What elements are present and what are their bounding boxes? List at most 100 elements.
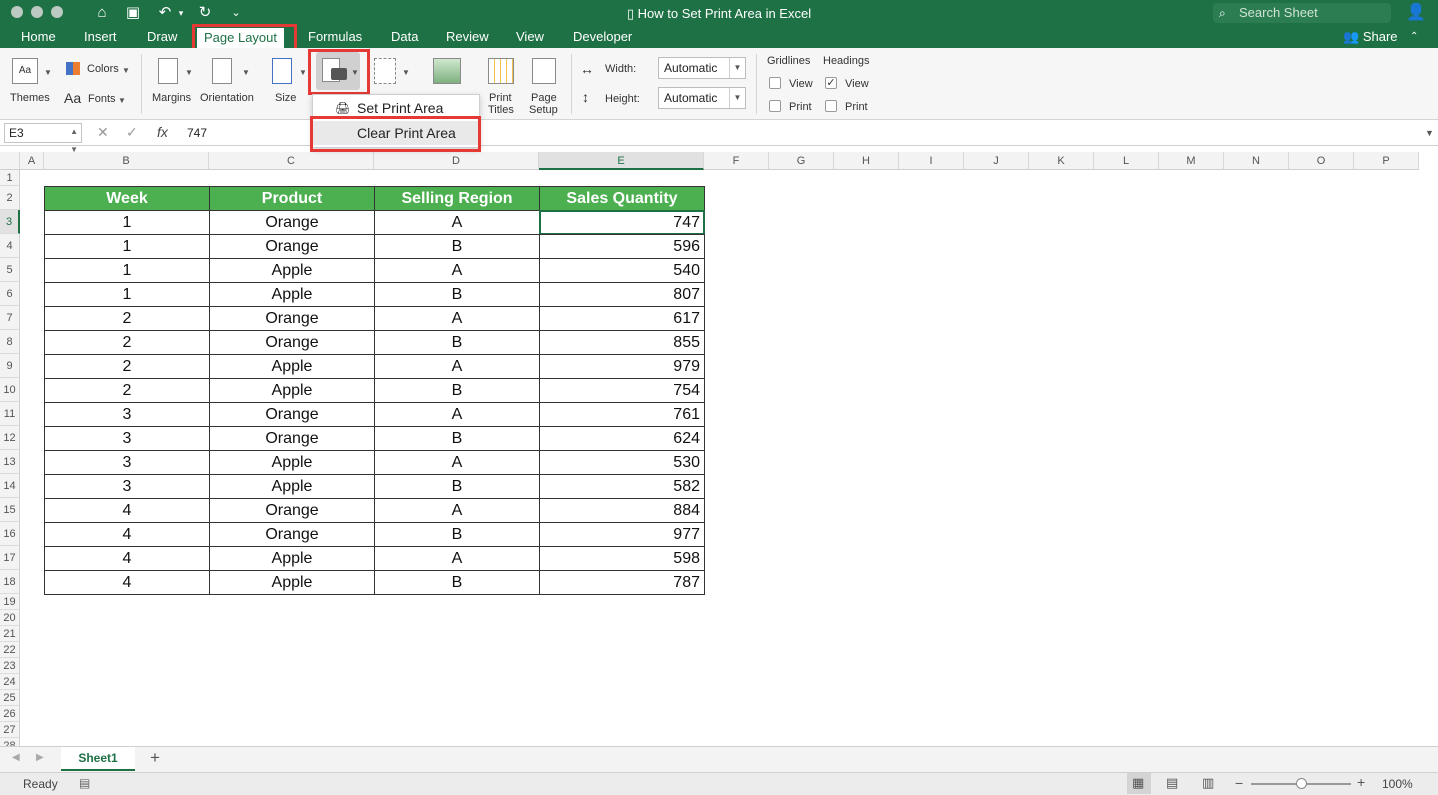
table-cell[interactable]: 4 <box>44 522 210 547</box>
gridlines-view-checkbox[interactable] <box>769 77 781 89</box>
row-header-3[interactable]: 3 <box>0 210 20 234</box>
worksheet-grid[interactable]: A B C D E F G H I J K L M N O P 1 2 3 4 5 6 7 8 9 10 11 12 13 14 15 16 1… <box>0 152 1438 746</box>
table-cell[interactable]: A <box>374 546 540 571</box>
table-cell[interactable]: B <box>374 474 540 499</box>
row-header-7[interactable]: 7 <box>0 306 20 330</box>
table-cell[interactable]: Orange <box>209 306 375 331</box>
row-header-18[interactable]: 18 <box>0 570 20 594</box>
table-cell[interactable]: 787 <box>539 570 705 595</box>
tab-insert[interactable]: Insert <box>84 29 117 45</box>
enter-icon[interactable]: ✓ <box>126 124 138 141</box>
table-cell[interactable]: Orange <box>209 234 375 259</box>
row-header-23[interactable]: 23 <box>0 658 20 674</box>
column-header-p[interactable]: P <box>1354 152 1419 170</box>
tab-developer[interactable]: Developer <box>573 29 632 45</box>
table-cell[interactable]: 747 <box>539 210 705 235</box>
previous-sheet-icon[interactable]: ◀ <box>12 752 20 763</box>
row-header-14[interactable]: 14 <box>0 474 20 498</box>
normal-view-button[interactable]: ▦ <box>1127 773 1151 794</box>
headings-view-checkbox[interactable]: ✓ <box>825 77 837 89</box>
row-header-5[interactable]: 5 <box>0 258 20 282</box>
row-header-25[interactable]: 25 <box>0 690 20 706</box>
add-sheet-icon[interactable]: + <box>150 748 160 768</box>
table-cell[interactable]: Apple <box>209 258 375 283</box>
table-cell[interactable]: Orange <box>209 498 375 523</box>
tab-home[interactable]: Home <box>21 29 56 45</box>
table-cell[interactable]: 884 <box>539 498 705 523</box>
table-cell[interactable]: Apple <box>209 546 375 571</box>
table-cell[interactable]: A <box>374 306 540 331</box>
table-cell[interactable]: Apple <box>209 474 375 499</box>
table-cell[interactable]: 1 <box>44 258 210 283</box>
table-cell[interactable]: 807 <box>539 282 705 307</box>
sheet-tab-sheet1[interactable]: Sheet1 <box>61 747 135 771</box>
table-cell[interactable]: 596 <box>539 234 705 259</box>
table-cell[interactable]: 530 <box>539 450 705 475</box>
table-cell[interactable]: 4 <box>44 498 210 523</box>
table-cell[interactable]: Orange <box>209 330 375 355</box>
column-header-k[interactable]: K <box>1029 152 1094 170</box>
row-header-22[interactable]: 22 <box>0 642 20 658</box>
row-header-11[interactable]: 11 <box>0 402 20 426</box>
set-print-area-item[interactable]: 🖨 Set Print Area <box>313 96 479 120</box>
table-cell[interactable]: Apple <box>209 354 375 379</box>
tab-view[interactable]: View <box>516 29 544 45</box>
search-sheet-input[interactable]: ⌕ Search Sheet <box>1213 3 1391 23</box>
column-header-i[interactable]: I <box>899 152 964 170</box>
table-cell[interactable]: 4 <box>44 546 210 571</box>
table-cell[interactable]: A <box>374 354 540 379</box>
tab-page-layout[interactable]: Page Layout <box>197 28 285 48</box>
column-header-h[interactable]: H <box>834 152 899 170</box>
column-header-d[interactable]: D <box>374 152 539 170</box>
table-header-cell[interactable]: Week <box>44 186 210 211</box>
table-cell[interactable]: A <box>374 258 540 283</box>
row-header-12[interactable]: 12 <box>0 426 20 450</box>
zoom-slider[interactable] <box>1251 778 1351 789</box>
table-cell[interactable]: Apple <box>209 282 375 307</box>
column-header-m[interactable]: M <box>1159 152 1224 170</box>
headings-print-checkbox[interactable] <box>825 100 837 112</box>
column-header-n[interactable]: N <box>1224 152 1289 170</box>
macro-record-icon[interactable]: ▤ <box>79 776 90 790</box>
row-header-1[interactable]: 1 <box>0 170 20 186</box>
table-cell[interactable]: Apple <box>209 378 375 403</box>
zoom-in-icon[interactable]: + <box>1357 774 1365 790</box>
table-cell[interactable]: A <box>374 450 540 475</box>
table-cell[interactable]: A <box>374 498 540 523</box>
row-header-26[interactable]: 26 <box>0 706 20 722</box>
zoom-out-icon[interactable]: − <box>1235 775 1243 791</box>
tab-data[interactable]: Data <box>391 29 418 45</box>
gridlines-print-checkbox[interactable] <box>769 100 781 112</box>
formula-input[interactable]: 747 <box>187 126 207 140</box>
tab-formulas[interactable]: Formulas <box>308 29 362 45</box>
row-header-17[interactable]: 17 <box>0 546 20 570</box>
zoom-level[interactable]: 100% <box>1382 777 1413 791</box>
column-header-j[interactable]: J <box>964 152 1029 170</box>
table-header-cell[interactable]: Product <box>209 186 375 211</box>
table-cell[interactable]: 540 <box>539 258 705 283</box>
table-cell[interactable]: 855 <box>539 330 705 355</box>
table-cell[interactable]: 979 <box>539 354 705 379</box>
name-box[interactable]: E3 ▲ ▼ <box>4 123 82 154</box>
table-cell[interactable]: B <box>374 282 540 307</box>
table-cell[interactable]: 754 <box>539 378 705 403</box>
table-cell[interactable]: 617 <box>539 306 705 331</box>
row-header-21[interactable]: 21 <box>0 626 20 642</box>
table-cell[interactable]: 1 <box>44 282 210 307</box>
table-cell[interactable]: 3 <box>44 450 210 475</box>
table-cell[interactable]: B <box>374 570 540 595</box>
tab-draw[interactable]: Draw <box>147 29 177 45</box>
table-cell[interactable]: 1 <box>44 210 210 235</box>
table-cell[interactable]: B <box>374 426 540 451</box>
table-header-cell[interactable]: Sales Quantity <box>539 186 705 211</box>
table-cell[interactable]: A <box>374 210 540 235</box>
table-cell[interactable]: Apple <box>209 570 375 595</box>
zoom-slider-handle[interactable] <box>1296 778 1307 789</box>
next-sheet-icon[interactable]: ▶ <box>36 752 44 763</box>
row-header-27[interactable]: 27 <box>0 722 20 738</box>
row-header-13[interactable]: 13 <box>0 450 20 474</box>
table-cell[interactable]: B <box>374 378 540 403</box>
table-cell[interactable]: 624 <box>539 426 705 451</box>
column-header-c[interactable]: C <box>209 152 374 170</box>
expand-formula-bar-icon[interactable]: ▼ <box>1425 128 1434 138</box>
